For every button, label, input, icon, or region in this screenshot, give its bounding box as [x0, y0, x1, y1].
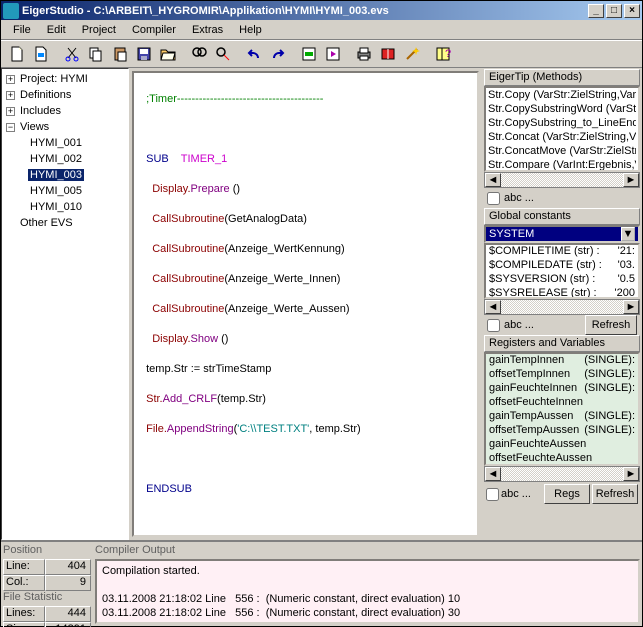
- tree-view-item-selected[interactable]: HYMI_003: [4, 167, 126, 183]
- new-file-icon[interactable]: [5, 43, 28, 65]
- copy-icon[interactable]: [84, 43, 107, 65]
- regs-button[interactable]: Regs: [544, 484, 590, 504]
- book-icon[interactable]: [376, 43, 399, 65]
- project-tree[interactable]: +Project: HYMI +Definitions +Includes −V…: [1, 68, 129, 540]
- eigertip-item[interactable]: Str.Concat (VarStr:ZielString,VarSt: [488, 131, 636, 145]
- bottom-panel: Position Line:404 Col.:9 File Statistic …: [1, 540, 642, 626]
- regvar-refresh-button[interactable]: Refresh: [592, 484, 638, 504]
- close-button[interactable]: ×: [624, 4, 640, 18]
- regvar-abc-checkbox[interactable]: [486, 488, 499, 501]
- menu-compiler[interactable]: Compiler: [124, 22, 184, 38]
- tree-view-item[interactable]: HYMI_002: [4, 151, 126, 167]
- app-icon: [3, 3, 19, 19]
- cut-icon[interactable]: [60, 43, 83, 65]
- wizard-icon[interactable]: [400, 43, 423, 65]
- menu-help[interactable]: Help: [231, 22, 270, 38]
- maximize-button[interactable]: □: [606, 4, 622, 18]
- eigertip-item[interactable]: Str.CopySubstring_to_LineEnd (Va: [488, 117, 636, 131]
- tree-view-item[interactable]: HYMI_010: [4, 199, 126, 215]
- globalconst-dropdown[interactable]: SYSTEM▼: [484, 225, 640, 243]
- new-project-icon[interactable]: [29, 43, 52, 65]
- compiler-output[interactable]: Compilation started. 03.11.2008 21:18:02…: [95, 559, 640, 624]
- open-icon[interactable]: [156, 43, 179, 65]
- tree-views[interactable]: −Views: [4, 119, 126, 135]
- menubar: File Edit Project Compiler Extras Help: [1, 20, 642, 40]
- titlebar: EigerStudio - C:\ARBEIT\_HYGROMIR\Applik…: [1, 1, 642, 20]
- globalconst-header: Global constants: [484, 208, 640, 225]
- minimize-button[interactable]: _: [588, 4, 604, 18]
- menu-project[interactable]: Project: [74, 22, 124, 38]
- eigertip-item[interactable]: Str.Compare (VarInt:Ergebnis,VarS: [488, 159, 636, 172]
- eigertip-abc-checkbox[interactable]: [487, 192, 500, 205]
- undo-icon[interactable]: [242, 43, 265, 65]
- eigertip-header: EigerTip (Methods): [484, 69, 640, 86]
- tree-includes[interactable]: +Includes: [4, 103, 126, 119]
- globalconst-refresh-button[interactable]: Refresh: [585, 315, 637, 335]
- replace-icon[interactable]: [211, 43, 234, 65]
- save-icon[interactable]: [132, 43, 155, 65]
- globalconst-abc-checkbox[interactable]: [487, 319, 500, 332]
- regvar-list[interactable]: gainTempInnen(SINGLE): offsetTempInnen(S…: [484, 352, 640, 466]
- window-title: EigerStudio - C:\ARBEIT\_HYGROMIR\Applik…: [22, 5, 588, 17]
- menu-extras[interactable]: Extras: [184, 22, 231, 38]
- help-icon[interactable]: ?: [431, 43, 454, 65]
- paste-icon[interactable]: [108, 43, 131, 65]
- menu-edit[interactable]: Edit: [39, 22, 74, 38]
- scrollbar-horizontal[interactable]: ◄►: [484, 299, 640, 315]
- tree-project[interactable]: +Project: HYMI: [4, 71, 126, 87]
- position-line: 404: [45, 559, 91, 575]
- scrollbar-horizontal[interactable]: ◄►: [484, 172, 640, 188]
- eigertip-item[interactable]: Str.Copy (VarStr:ZielString,VarStr:Q: [488, 89, 636, 103]
- compile-icon[interactable]: [297, 43, 320, 65]
- tree-view-item[interactable]: HYMI_001: [4, 135, 126, 151]
- eigertip-item[interactable]: Str.CopySubstringWord (VarStr:Zie: [488, 103, 636, 117]
- position-col: 9: [45, 575, 91, 591]
- toolbar: ?: [1, 40, 642, 68]
- print-icon[interactable]: [352, 43, 375, 65]
- app-window: EigerStudio - C:\ARBEIT\_HYGROMIR\Applik…: [0, 0, 643, 627]
- filestat-header: File Statistic: [3, 591, 91, 606]
- compiler-output-header: Compiler Output: [95, 544, 640, 559]
- tree-definitions[interactable]: +Definitions: [4, 87, 126, 103]
- abc-label: abc ...: [504, 192, 534, 204]
- scrollbar-horizontal[interactable]: ◄►: [484, 466, 640, 482]
- find-icon[interactable]: [187, 43, 210, 65]
- redo-icon[interactable]: [266, 43, 289, 65]
- position-header: Position: [3, 544, 91, 559]
- tree-other-evs[interactable]: Other EVS: [4, 215, 126, 231]
- globalconst-list[interactable]: $COMPILETIME (str) :'21: $COMPILEDATE (s…: [484, 243, 640, 299]
- eigertip-item[interactable]: Str.ConcatMove (VarStr:ZielString,: [488, 145, 636, 159]
- run-icon[interactable]: [321, 43, 344, 65]
- tree-view-item[interactable]: HYMI_005: [4, 183, 126, 199]
- filestat-size: 14891: [45, 622, 91, 627]
- eigertip-list[interactable]: Str.Copy (VarStr:ZielString,VarStr:Q Str…: [484, 86, 640, 172]
- filestat-lines: 444: [45, 606, 91, 622]
- code-editor[interactable]: ;Timer----------------------------------…: [132, 71, 479, 537]
- svg-text:?: ?: [445, 48, 451, 60]
- regvar-header: Registers and Variables: [484, 335, 640, 352]
- menu-file[interactable]: File: [5, 22, 39, 38]
